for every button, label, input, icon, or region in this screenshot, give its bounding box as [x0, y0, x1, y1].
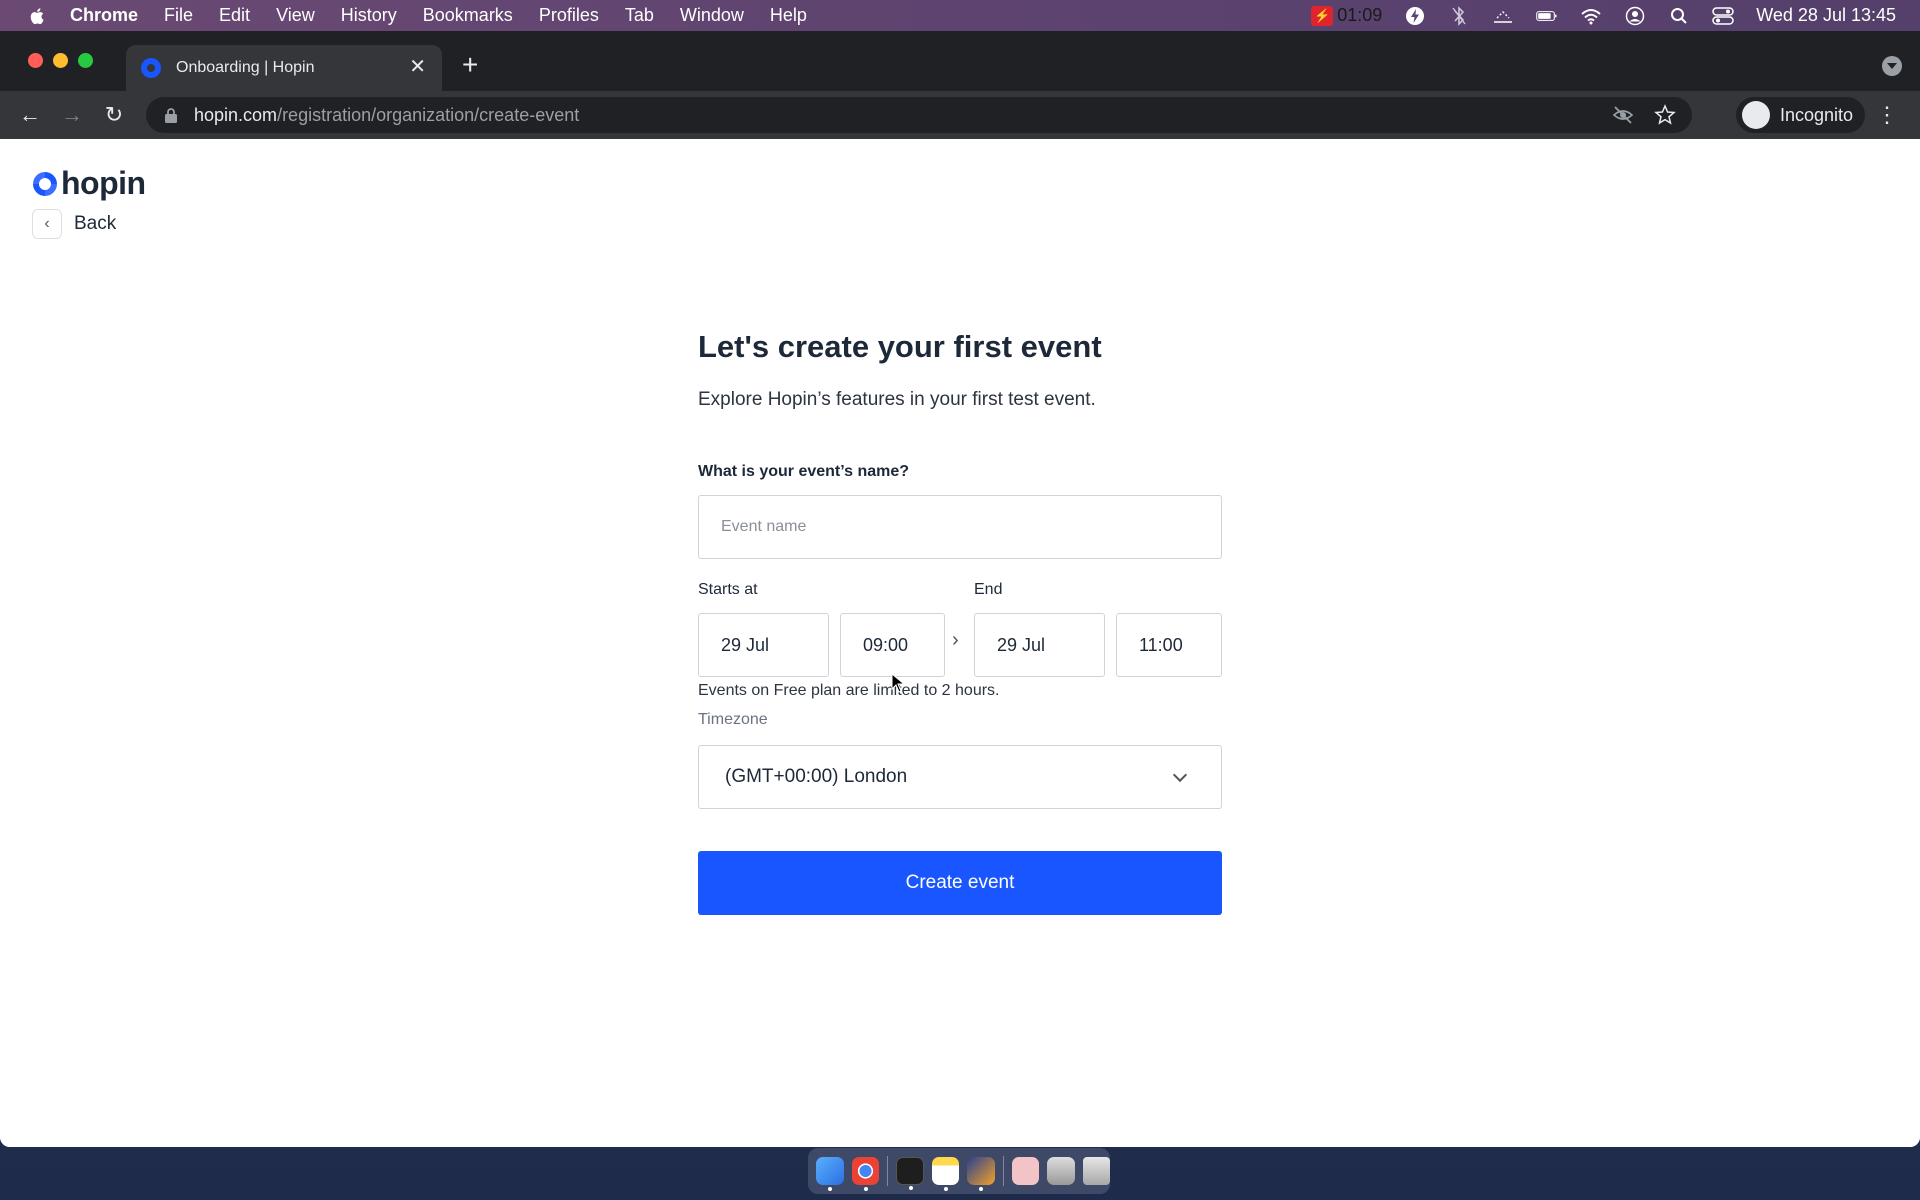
profile-label: Incognito	[1780, 104, 1854, 125]
start-time-field[interactable]: 09:00	[840, 613, 945, 677]
hopin-logo[interactable]: hopin	[32, 165, 146, 202]
hopin-favicon-icon	[141, 58, 161, 78]
reload-icon[interactable]: ↻	[102, 103, 126, 127]
trash-icon[interactable]	[1082, 1157, 1110, 1185]
hopin-logo-mark-icon	[33, 171, 57, 196]
minimize-window-button[interactable]	[53, 53, 68, 68]
end-date-field[interactable]: 29 Jul	[974, 613, 1105, 677]
menu-history[interactable]: History	[341, 5, 397, 26]
dock-separator	[887, 1156, 888, 1186]
user-account-icon[interactable]	[1624, 6, 1646, 26]
page-title: Let's create your first event	[698, 329, 1102, 364]
dock-separator-2	[1002, 1156, 1004, 1186]
chevron-right-icon: ›	[952, 629, 959, 651]
timezone-label: Timezone	[698, 711, 768, 728]
timer-value: 01:09	[1337, 5, 1383, 25]
mouse-pointer-icon	[891, 673, 905, 693]
flash-icon: ⚡	[1311, 5, 1334, 26]
notes-icon[interactable]	[931, 1157, 960, 1191]
close-tab-icon[interactable]: ✕	[409, 57, 426, 77]
display-icon[interactable]	[1492, 6, 1514, 26]
chevron-down-icon	[1172, 767, 1188, 783]
menu-help[interactable]: Help	[770, 5, 807, 26]
bluetooth-icon[interactable]	[1448, 5, 1470, 26]
tab-search-icon[interactable]	[1882, 56, 1902, 76]
tab-title: Onboarding | Hopin	[176, 59, 315, 76]
incognito-profile-button[interactable]: Incognito	[1736, 97, 1866, 133]
starts-at-label: Starts at	[698, 581, 758, 598]
close-window-button[interactable]	[28, 53, 43, 68]
menu-edit[interactable]: Edit	[219, 5, 250, 26]
menu-view[interactable]: View	[276, 5, 315, 26]
address-bar[interactable]: hopin.com/registration/organization/crea…	[146, 97, 1692, 133]
menu-file[interactable]: File	[164, 5, 193, 26]
tracking-blocked-eye-icon[interactable]	[1612, 104, 1634, 126]
new-tab-icon[interactable]: +	[462, 51, 478, 79]
menu-window[interactable]: Window	[680, 5, 744, 26]
menu-bookmarks[interactable]: Bookmarks	[423, 5, 513, 26]
finder-icon[interactable]	[816, 1157, 844, 1191]
incognito-icon	[1742, 101, 1770, 129]
chrome-menu-icon[interactable]: ⋮	[1876, 103, 1898, 127]
plan-limit-note: Events on Free plan are limited to 2 hou…	[698, 682, 1000, 699]
battery-icon[interactable]	[1536, 6, 1558, 26]
event-name-label: What is your event’s name?	[698, 463, 910, 480]
menu-app-name[interactable]: Chrome	[70, 5, 138, 26]
back-arrow-icon[interactable]: ←	[18, 103, 42, 127]
back-button[interactable]: ‹ Back	[32, 209, 116, 239]
bookmark-star-icon[interactable]	[1654, 104, 1676, 126]
reeder-icon[interactable]	[967, 1157, 995, 1191]
event-name-input[interactable]: Event name	[698, 495, 1222, 559]
tab-onboarding[interactable]: Onboarding | Hopin ✕	[126, 45, 442, 91]
timezone-select[interactable]: (GMT+00:00) London	[698, 745, 1222, 809]
url-path: /registration/organization/create-event	[277, 104, 580, 125]
menu-profiles[interactable]: Profiles	[539, 5, 599, 26]
logo-wordmark: hopin	[61, 165, 146, 201]
menu-bar: Chrome File Edit View History Bookmarks …	[0, 0, 1920, 31]
create-event-form: Let's create your first event Explore Ho…	[698, 329, 1222, 915]
wifi-icon[interactable]	[1580, 6, 1602, 26]
downloads-folder-icon[interactable]	[1011, 1157, 1039, 1185]
page-subtitle: Explore Hopin’s features in your first t…	[698, 389, 1096, 410]
timer-status[interactable]: ⚡ 01:09	[1311, 5, 1382, 26]
browser-toolbar: ← → ↻ hopin.com/registration/organizatio…	[0, 91, 1920, 139]
window-controls	[28, 53, 93, 68]
browser-window: Onboarding | Hopin ✕ + ← → ↻ hopin.com/r…	[0, 31, 1920, 1147]
create-event-button[interactable]: Create event	[698, 851, 1222, 915]
zoom-window-button[interactable]	[78, 53, 93, 68]
menu-tab[interactable]: Tab	[625, 5, 654, 26]
control-center-icon[interactable]	[1712, 6, 1734, 26]
lightning-icon[interactable]	[1404, 6, 1426, 26]
page-content: hopin ‹ Back Let's create your first eve…	[0, 139, 1920, 1147]
end-time-field[interactable]: 11:00	[1116, 613, 1222, 677]
timezone-value: (GMT+00:00) London	[725, 766, 908, 787]
chrome-icon[interactable]	[851, 1157, 879, 1191]
tab-strip: Onboarding | Hopin ✕ +	[0, 31, 1920, 91]
back-label: Back	[74, 213, 117, 234]
start-date-field[interactable]: 29 Jul	[698, 613, 829, 677]
lock-icon[interactable]	[164, 107, 178, 123]
clock[interactable]: Wed 28 Jul 13:45	[1756, 5, 1896, 26]
spotlight-search-icon[interactable]	[1668, 6, 1690, 26]
end-label: End	[974, 581, 1003, 598]
apple-icon[interactable]	[28, 6, 48, 26]
forward-arrow-icon[interactable]: →	[60, 103, 84, 127]
terminal-icon[interactable]	[895, 1157, 924, 1190]
stack-folder-icon[interactable]	[1047, 1157, 1075, 1185]
url-host: hopin.com	[194, 104, 278, 125]
dock	[808, 1148, 1110, 1194]
chevron-left-icon: ‹	[32, 209, 62, 239]
